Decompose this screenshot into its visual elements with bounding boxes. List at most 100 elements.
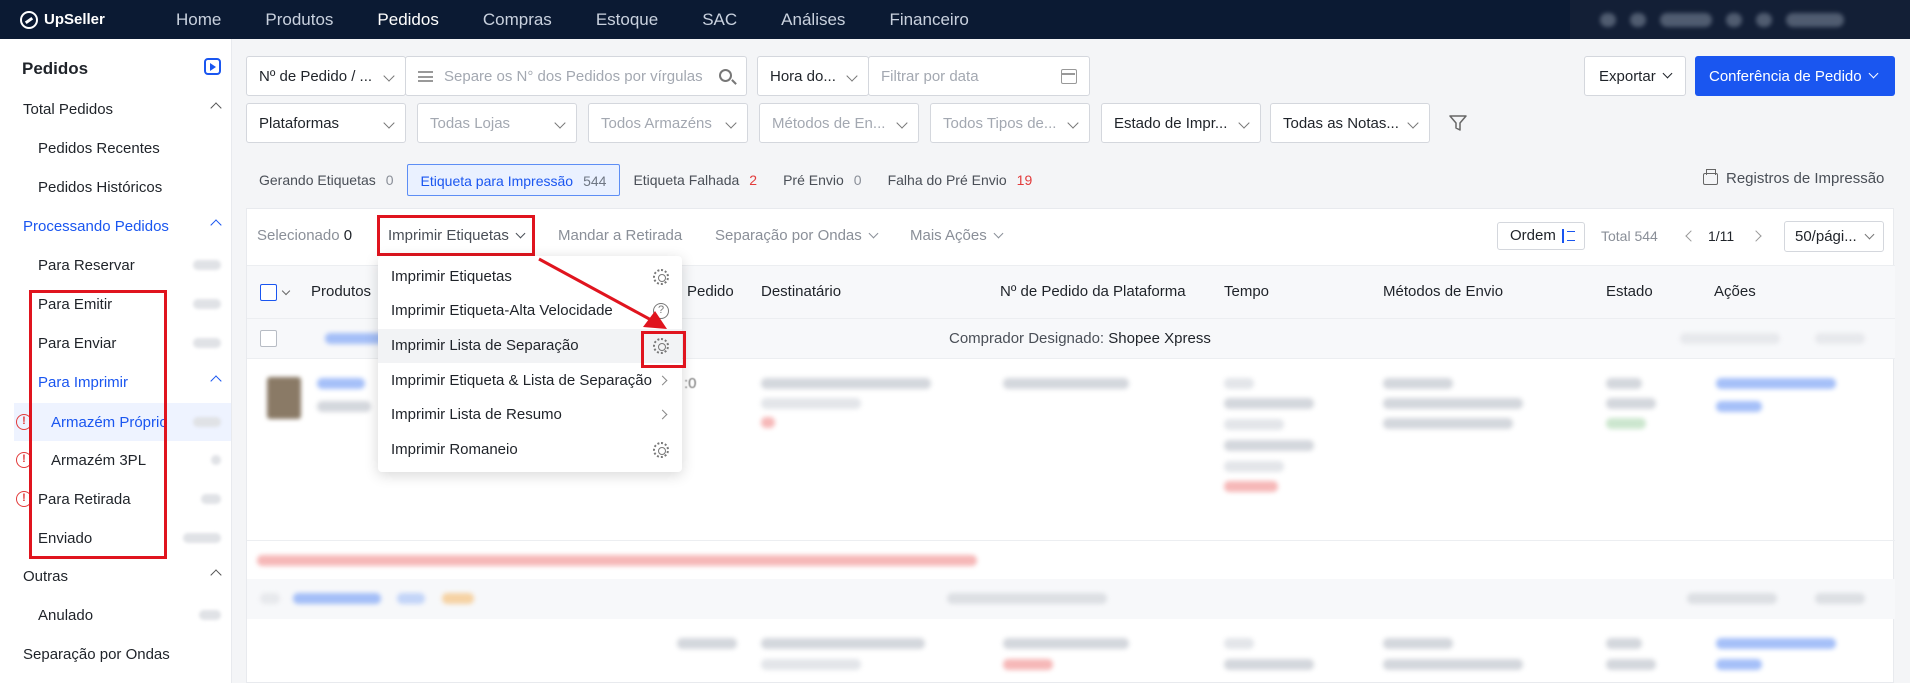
prev-page-icon[interactable] — [1685, 230, 1697, 242]
order-sort-button[interactable]: Ordem — [1497, 222, 1585, 250]
blurred-text — [1224, 440, 1314, 451]
help-icon[interactable] — [1726, 12, 1742, 27]
header-tempo: Tempo — [1224, 283, 1270, 300]
date-filter-input[interactable]: Filtrar por data — [868, 56, 1090, 96]
order-type-select[interactable]: Nº de Pedido / ... — [246, 56, 406, 96]
blurred-text — [442, 593, 474, 604]
nav-pedidos[interactable]: Pedidos — [355, 0, 460, 39]
print-records-link[interactable]: Registros de Impressão — [1703, 168, 1884, 187]
notification-icon[interactable] — [1600, 12, 1616, 27]
print-state-select[interactable]: Estado de Impr... — [1101, 103, 1261, 143]
avatar[interactable] — [1786, 12, 1844, 27]
blurred-text — [1606, 638, 1642, 649]
nav-home[interactable]: Home — [154, 0, 243, 39]
blurred-text — [317, 401, 371, 412]
wave-picking-dropdown[interactable]: Separação por Ondas — [715, 227, 879, 244]
settings-icon[interactable] — [1756, 12, 1772, 27]
chevron-up-icon — [210, 375, 222, 387]
nav-financeiro[interactable]: Financeiro — [867, 0, 990, 39]
status-tabs: Gerando Etiquetas 0 Etiqueta para Impres… — [246, 164, 1045, 196]
shipping-method-select[interactable]: Métodos de En... — [759, 103, 919, 143]
blurred-text — [677, 638, 737, 649]
blurred-text — [1224, 419, 1284, 430]
tab-label: Gerando Etiquetas — [259, 172, 376, 188]
collapse-sidebar-icon[interactable] — [204, 58, 221, 75]
sidebar-item-pedidos-recentes[interactable]: Pedidos Recentes — [0, 130, 231, 166]
sidebar-item-label: Outras — [23, 567, 69, 585]
nav-estoque[interactable]: Estoque — [574, 0, 680, 39]
sidebar-item-label: Anulado — [38, 606, 94, 624]
nav-analises[interactable]: Análises — [759, 0, 867, 39]
blurred-text — [1224, 481, 1278, 492]
select-all-checkbox[interactable] — [260, 284, 277, 301]
gear-icon[interactable] — [653, 442, 669, 458]
wave-picking-label: Separação por Ondas — [715, 227, 862, 244]
tab-etiqueta-falhada[interactable]: Etiqueta Falhada 2 — [620, 164, 770, 196]
sidebar-item-processando-pedidos[interactable]: Processando Pedidos — [0, 208, 231, 244]
main-nav: Home Produtos Pedidos Compras Estoque SA… — [154, 0, 991, 39]
message-icon[interactable] — [1630, 12, 1646, 27]
apps-icon[interactable] — [1660, 12, 1712, 27]
blurred-text[interactable] — [293, 593, 381, 604]
highlight-box-gear — [641, 331, 686, 368]
send-pickup-button[interactable]: Mandar a Retirada — [558, 227, 682, 244]
search-icon[interactable] — [719, 69, 732, 82]
platform-select[interactable]: Plataformas — [246, 103, 406, 143]
upseller-logo[interactable]: UpSeller — [20, 10, 130, 29]
sidebar-item-total-pedidos[interactable]: Total Pedidos — [0, 91, 231, 127]
page-indicator: 1/11 — [1708, 228, 1735, 244]
order-label: Ordem — [1510, 227, 1556, 244]
time-type-select[interactable]: Hora do... — [757, 56, 869, 96]
tab-gerando-etiquetas[interactable]: Gerando Etiquetas 0 — [246, 164, 407, 196]
order-id-blurred[interactable] — [325, 333, 385, 344]
nav-sac[interactable]: SAC — [680, 0, 759, 39]
menu-item-romaneio[interactable]: Imprimir Romaneio — [378, 433, 682, 467]
brand-name: UpSeller — [44, 11, 105, 28]
blurred-text — [1003, 659, 1053, 670]
menu-item-lista-resumo[interactable]: Imprimir Lista de Resumo — [378, 398, 682, 432]
blurred-text[interactable] — [1716, 378, 1836, 389]
order-search-input[interactable]: Separe os N° dos Pedidos por vírgulas — [405, 56, 747, 96]
tab-count: 0 — [853, 172, 862, 188]
menu-item-etiqueta-e-lista[interactable]: Imprimir Etiqueta & Lista de Separação — [378, 364, 682, 398]
print-state-value: Estado de Impr... — [1114, 114, 1228, 132]
blurred-text — [1224, 378, 1254, 389]
tab-pre-envio[interactable]: Pré Envio 0 — [770, 164, 875, 196]
blurred-text — [1003, 638, 1129, 649]
store-select[interactable]: Todas Lojas — [417, 103, 577, 143]
sidebar-item-pedidos-historicos[interactable]: Pedidos Históricos — [0, 169, 231, 205]
order-group-header — [247, 579, 1895, 619]
tab-etiqueta-para-impressao[interactable]: Etiqueta para Impressão 544 — [406, 164, 621, 196]
warehouse-value: Todos Armazéns — [601, 114, 712, 132]
warehouse-select[interactable]: Todos Armazéns — [588, 103, 748, 143]
sidebar-item-anulado[interactable]: Anulado — [0, 597, 231, 633]
export-button[interactable]: Exportar — [1584, 56, 1686, 96]
count-badge — [211, 455, 221, 465]
order-conference-button[interactable]: Conferência de Pedido — [1695, 56, 1895, 96]
sidebar-item-separacao-ondas[interactable]: Separação por Ondas — [0, 636, 231, 672]
more-actions-dropdown[interactable]: Mais Ações — [910, 227, 1004, 244]
order-type-filter-select[interactable]: Todos Tipos de... — [930, 103, 1090, 143]
menu-item-label: Imprimir Lista de Resumo — [391, 406, 562, 423]
blurred-text — [1687, 593, 1777, 604]
blurred-text[interactable] — [317, 378, 365, 389]
blurred-text — [1680, 333, 1780, 344]
sidebar-item-para-reservar[interactable]: Para Reservar — [0, 247, 231, 283]
group-checkbox[interactable] — [260, 330, 277, 347]
chevron-down-icon — [1868, 68, 1879, 78]
blurred-text[interactable] — [1716, 401, 1762, 412]
notes-select[interactable]: Todas as Notas... — [1270, 103, 1430, 143]
sidebar-item-outras[interactable]: Outras — [0, 558, 231, 594]
blurred-text[interactable] — [1716, 638, 1836, 649]
header-pedido: Pedido — [687, 283, 734, 300]
per-page-select[interactable]: 50/pági... — [1784, 221, 1884, 252]
export-label: Exportar — [1599, 67, 1656, 85]
chevron-down-icon[interactable] — [281, 286, 291, 296]
tab-falha-pre-envio[interactable]: Falha do Pré Envio 19 — [875, 164, 1046, 196]
nav-compras[interactable]: Compras — [461, 0, 574, 39]
next-page-icon[interactable] — [1750, 230, 1762, 242]
blurred-text — [761, 659, 861, 670]
filter-icon[interactable] — [1449, 114, 1467, 132]
nav-produtos[interactable]: Produtos — [243, 0, 355, 39]
blurred-text[interactable] — [1716, 659, 1762, 670]
